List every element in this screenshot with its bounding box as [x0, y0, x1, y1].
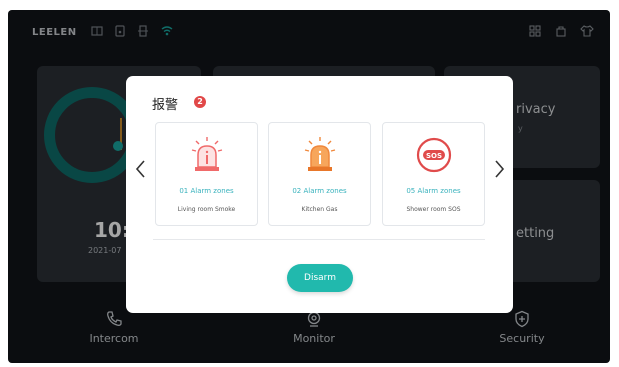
alarm-count-badge: 2 — [194, 96, 206, 108]
alarm-card-1[interactable]: 01 Alarm zones Living room Smoke — [155, 122, 258, 226]
alarm-siren-icon — [304, 137, 336, 171]
alarm-card-2[interactable]: 02 Alarm zones Kitchen Gas — [268, 122, 371, 226]
alarm-zone-description: Living room Smoke — [177, 206, 236, 213]
alarm-dialog: 报警 2 01 Alarm zones Living room Smoke 02… — [126, 76, 513, 313]
alarm-zone-description: Shower room SOS — [406, 206, 461, 213]
alarm-zone-label: 05 Alarm zones — [406, 187, 461, 195]
sos-icon: SOS — [416, 137, 452, 173]
dialog-divider — [153, 239, 485, 240]
alarm-dialog-title: 报警 — [152, 98, 179, 113]
alarm-zone-label: 01 Alarm zones — [179, 187, 234, 195]
chevron-left-icon[interactable] — [134, 158, 148, 180]
alarm-siren-icon — [191, 137, 223, 171]
disarm-button[interactable]: Disarm — [287, 264, 353, 292]
chevron-right-icon[interactable] — [492, 158, 506, 180]
alarm-zone-label: 02 Alarm zones — [292, 187, 347, 195]
alarm-card-3[interactable]: SOS 05 Alarm zones Shower room SOS — [382, 122, 485, 226]
alarm-zone-description: Kitchen Gas — [301, 206, 338, 213]
svg-text:SOS: SOS — [426, 152, 442, 160]
